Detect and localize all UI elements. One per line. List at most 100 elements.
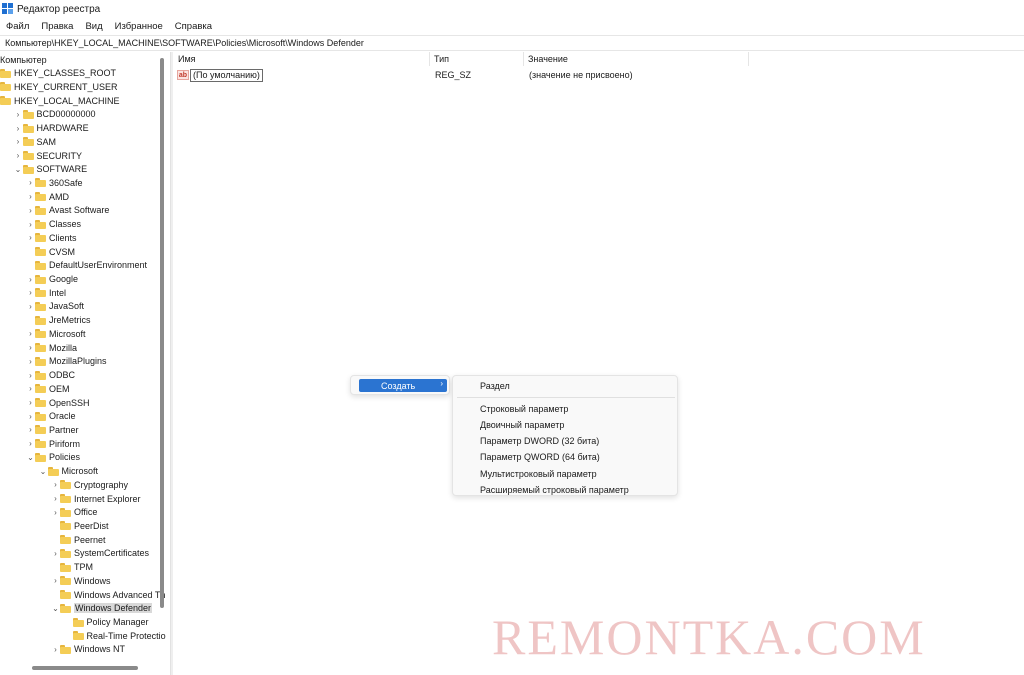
tree-item[interactable]: › Oracle [26, 410, 75, 423]
tree-item[interactable]: › Windows NT [51, 643, 125, 656]
menu-favorites[interactable]: Избранное [109, 21, 169, 32]
tree-item[interactable]: › Windows [51, 574, 110, 587]
chevron-right-icon[interactable]: › [26, 327, 35, 340]
chevron-right-icon[interactable]: › [26, 355, 35, 368]
tree-item[interactable]: Real-Time Protectio [64, 629, 166, 642]
submenu-string-value[interactable]: Строковый параметр [480, 402, 568, 415]
chevron-right-icon[interactable]: › [14, 149, 23, 162]
menu-view[interactable]: Вид [79, 21, 108, 32]
tree-item[interactable]: ⌄ Microsoft [39, 465, 98, 478]
tree-item[interactable]: CVSM [26, 245, 75, 258]
chevron-right-icon[interactable]: › [26, 423, 35, 436]
chevron-right-icon[interactable]: › [26, 273, 35, 286]
tree-item[interactable]: PeerDist [51, 519, 109, 532]
registry-tree[interactable]: Компьютер HKEY_CLASSES_ROOT HKEY_CURRENT_U… [0, 52, 168, 675]
chevron-right-icon[interactable]: › [26, 369, 35, 382]
column-type[interactable]: Тип [430, 52, 524, 66]
chevron-right-icon[interactable]: › [51, 506, 60, 519]
chevron-right-icon[interactable]: › [26, 218, 35, 231]
tree-item[interactable]: ⌄ Policies [26, 451, 80, 464]
chevron-right-icon[interactable]: › [26, 341, 35, 354]
tree-item[interactable]: HKEY_CURRENT_USER [0, 80, 118, 93]
tree-item[interactable]: › SAM [14, 135, 56, 148]
tree-item[interactable]: › Clients [26, 231, 76, 244]
tree-horizontal-scrollbar-thumb[interactable] [32, 666, 138, 670]
chevron-right-icon[interactable]: › [26, 176, 35, 189]
tree-item[interactable]: › HARDWARE [14, 122, 89, 135]
chevron-right-icon[interactable]: › [26, 231, 35, 244]
tree-item[interactable]: › Avast Software [26, 204, 109, 217]
submenu-expandable-string-value[interactable]: Расширяемый строковый параметр [480, 483, 629, 496]
column-name[interactable]: Имя [174, 52, 430, 66]
menu-file[interactable]: Файл [0, 21, 35, 32]
chevron-down-icon[interactable]: ⌄ [26, 451, 35, 464]
tree-item[interactable]: JreMetrics [26, 314, 91, 327]
column-value[interactable]: Значение [524, 52, 749, 66]
submenu-qword-value[interactable]: Параметр QWORD (64 бита) [480, 450, 600, 463]
submenu-multistring-value[interactable]: Мультистроковый параметр [480, 467, 597, 480]
menu-help[interactable]: Справка [169, 21, 218, 32]
chevron-down-icon[interactable]: ⌄ [14, 163, 23, 176]
tree-item[interactable]: › Classes [26, 218, 81, 231]
tree-item[interactable]: Peernet [51, 533, 106, 546]
tree-scrollbar-thumb[interactable] [160, 58, 164, 608]
address-bar[interactable]: Компьютер\HKEY_LOCAL_MACHINE\SOFTWARE\Po… [0, 35, 1024, 51]
chevron-right-icon[interactable]: › [26, 396, 35, 409]
tree-item[interactable]: DefaultUserEnvironment [26, 259, 147, 272]
tree-item[interactable]: HKEY_CLASSES_ROOT [0, 67, 116, 80]
tree-item[interactable]: › SystemCertificates [51, 547, 149, 560]
tree-item[interactable]: › Google [26, 273, 78, 286]
chevron-right-icon[interactable]: › [14, 108, 23, 121]
chevron-right-icon[interactable]: › [26, 382, 35, 395]
tree-item[interactable]: › Partner [26, 423, 78, 436]
chevron-right-icon[interactable]: › [51, 492, 60, 505]
tree-item[interactable]: Компьютер [0, 53, 47, 66]
chevron-right-icon[interactable]: › [26, 410, 35, 423]
list-row-default[interactable]: ab (По умолчанию) REG_SZ (значение не пр… [174, 68, 633, 82]
tree-item[interactable]: › JavaSoft [26, 300, 84, 313]
submenu-key[interactable]: Раздел [480, 379, 510, 392]
chevron-down-icon[interactable]: ⌄ [39, 465, 48, 478]
pane-splitter[interactable] [170, 52, 173, 675]
chevron-down-icon[interactable]: ⌄ [51, 602, 60, 615]
tree-item[interactable]: › OpenSSH [26, 396, 89, 409]
tree-vertical-scrollbar[interactable] [159, 52, 165, 662]
tree-item[interactable]: › SECURITY [14, 149, 82, 162]
tree-item[interactable]: › Microsoft [26, 327, 85, 340]
tree-item[interactable]: Windows Advanced Th [51, 588, 165, 601]
tree-item[interactable]: › MozillaPlugins [26, 355, 106, 368]
chevron-right-icon[interactable]: › [14, 135, 23, 148]
tree-item[interactable]: › Piriform [26, 437, 80, 450]
chevron-right-icon[interactable]: › [51, 478, 60, 491]
tree-item[interactable]: TPM [51, 561, 93, 574]
tree-item[interactable]: › Mozilla [26, 341, 77, 354]
chevron-right-icon[interactable]: › [26, 190, 35, 203]
chevron-right-icon[interactable]: › [51, 574, 60, 587]
value-name-edit[interactable]: (По умолчанию) [190, 68, 263, 82]
tree-item[interactable]: › ODBC [26, 369, 75, 382]
tree-item[interactable]: › Office [51, 506, 97, 519]
tree-item[interactable]: › BCD00000000 [14, 108, 96, 121]
tree-item[interactable]: › Intel [26, 286, 66, 299]
menu-create[interactable]: Создать › [359, 379, 447, 392]
tree-item[interactable]: › 360Safe [26, 176, 82, 189]
chevron-right-icon[interactable]: › [14, 122, 23, 135]
submenu-dword-value[interactable]: Параметр DWORD (32 бита) [480, 434, 599, 447]
submenu-binary-value[interactable]: Двоичный параметр [480, 418, 564, 431]
chevron-right-icon[interactable]: › [51, 643, 60, 656]
tree-item[interactable]: › Cryptography [51, 478, 128, 491]
tree-item[interactable]: ⌄ Windows Defender [51, 602, 153, 615]
chevron-right-icon[interactable]: › [26, 437, 35, 450]
chevron-right-icon[interactable]: › [51, 547, 60, 560]
tree-item[interactable]: ⌄ SOFTWARE [14, 163, 88, 176]
menu-edit[interactable]: Правка [35, 21, 79, 32]
tree-item[interactable]: HKEY_LOCAL_MACHINE [0, 94, 120, 107]
chevron-right-icon[interactable]: › [26, 300, 35, 313]
tree-item[interactable]: Policy Manager [64, 616, 149, 629]
tree-item[interactable]: › Internet Explorer [51, 492, 140, 505]
value-name[interactable]: (По умолчанию) [193, 70, 260, 80]
tree-item[interactable]: › OEM [26, 382, 69, 395]
tree-item[interactable]: › AMD [26, 190, 69, 203]
chevron-right-icon[interactable]: › [26, 204, 35, 217]
chevron-right-icon[interactable]: › [26, 286, 35, 299]
